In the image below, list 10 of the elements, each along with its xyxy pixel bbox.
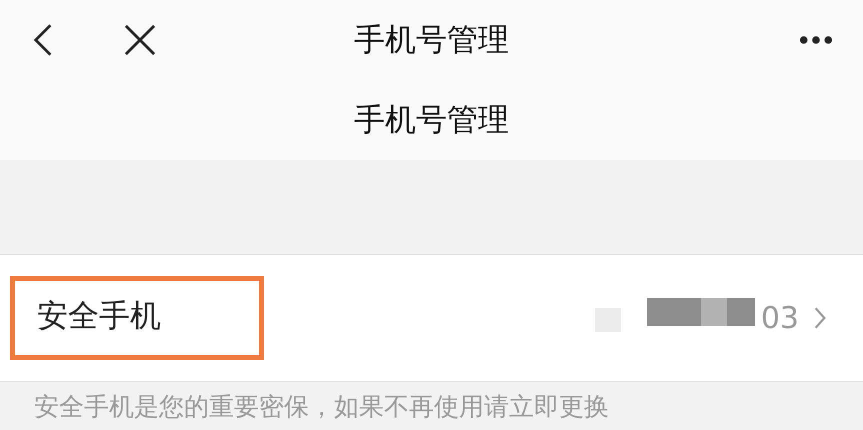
row-label: 安全手机 xyxy=(37,298,161,334)
close-icon[interactable] xyxy=(124,24,156,56)
more-icon[interactable] xyxy=(799,35,833,45)
window-title: 手机号管理 xyxy=(354,21,509,60)
page-heading: 手机号管理 xyxy=(354,101,509,140)
phone-number: 03 xyxy=(760,300,799,336)
chevron-icon xyxy=(813,306,827,330)
footnote-text: 安全手机是您的重要密保，如果不再使用请立即更换 xyxy=(34,390,609,422)
back-icon[interactable] xyxy=(32,23,54,57)
security-phone-row[interactable]: 安全手机 03 xyxy=(0,255,863,382)
